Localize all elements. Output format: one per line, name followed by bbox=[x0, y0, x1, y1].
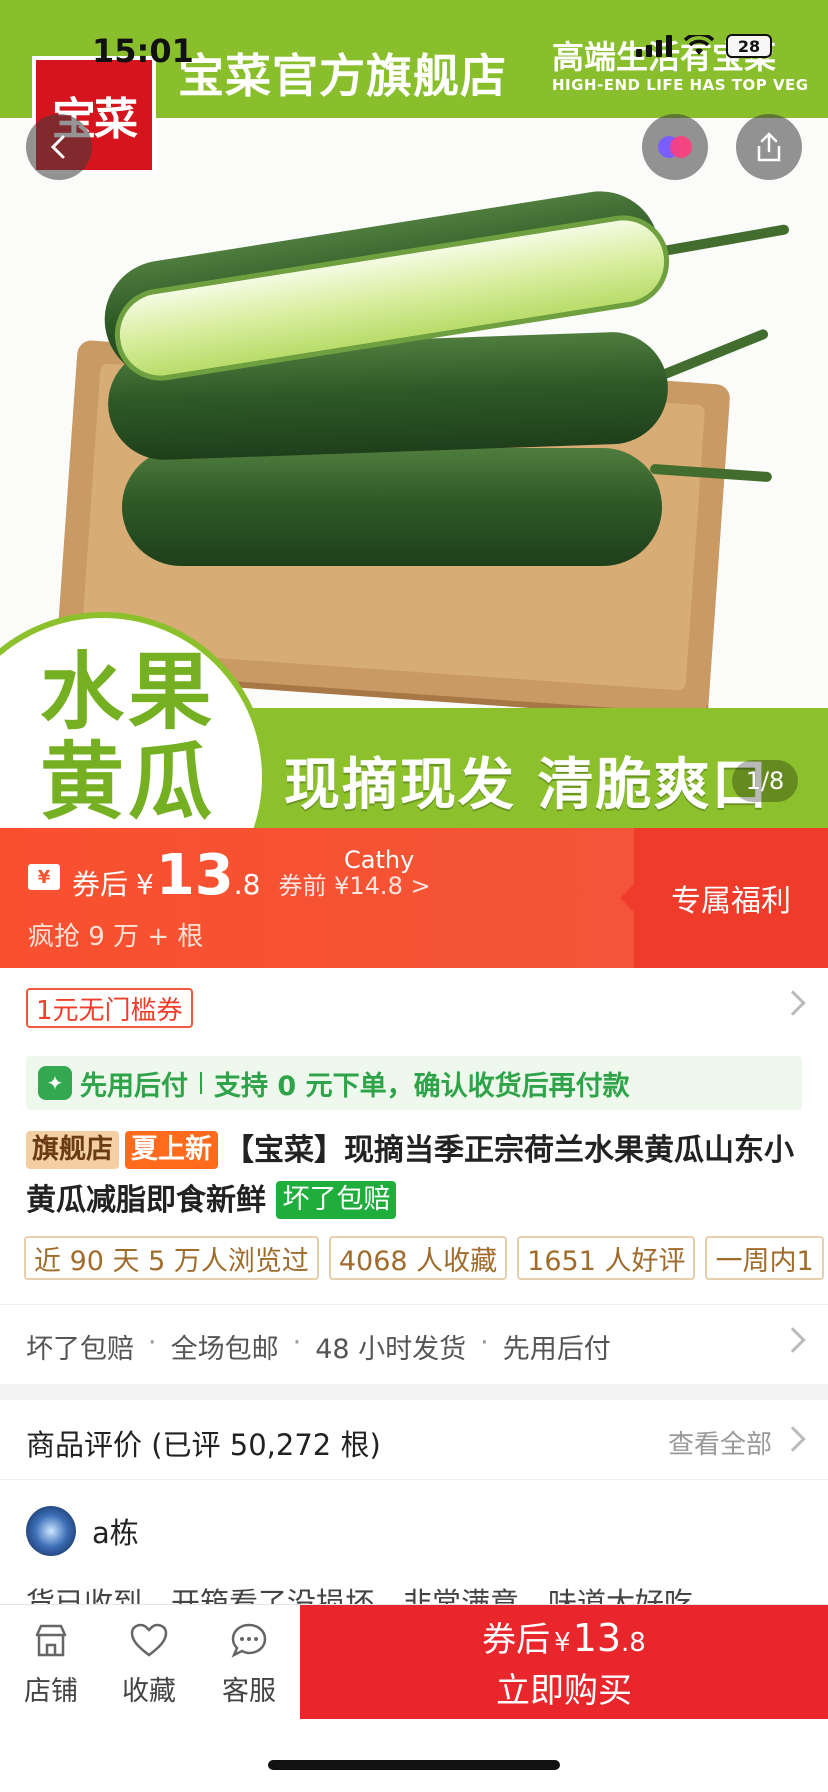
reviews-header[interactable]: 商品评价 (已评 50,272 根) 查看全部 bbox=[0, 1400, 828, 1480]
home-indicator[interactable] bbox=[268, 1760, 560, 1770]
back-button[interactable] bbox=[26, 114, 92, 180]
store-button[interactable]: 店铺 bbox=[6, 1619, 96, 1708]
price-decimal: .8 bbox=[233, 868, 261, 901]
status-time: 15:01 bbox=[92, 32, 194, 70]
flagship-chip: 旗舰店 bbox=[26, 1131, 119, 1169]
favorite-label: 收藏 bbox=[122, 1676, 176, 1707]
service-list: 坏了包赔 · 全场包邮 · 48 小时发货 · 先用后付 bbox=[26, 1327, 611, 1365]
reviewer: a栋 bbox=[26, 1506, 139, 1556]
customer-service-button[interactable]: 客服 bbox=[204, 1619, 294, 1708]
guarantee-chip: 坏了包赔 bbox=[276, 1181, 397, 1219]
service-row[interactable]: 坏了包赔 · 全场包邮 · 48 小时发货 · 先用后付 bbox=[0, 1304, 828, 1384]
wifi-icon bbox=[684, 35, 714, 55]
signal-icon bbox=[636, 35, 672, 57]
reviews-title: 商品评价 (已评 50,272 根) bbox=[26, 1428, 381, 1462]
view-all-reviews-link[interactable]: 查看全部 bbox=[668, 1424, 772, 1461]
chevron-right-icon bbox=[780, 1426, 806, 1452]
favorite-button[interactable]: 收藏 bbox=[104, 1619, 194, 1708]
avatar bbox=[26, 1506, 76, 1556]
price-integer: 13 bbox=[155, 843, 234, 908]
buy-currency: ¥ bbox=[554, 1628, 571, 1658]
pay-later-label: 先用后付 bbox=[80, 1070, 188, 1102]
service-item: 坏了包赔 bbox=[26, 1334, 134, 1365]
service-item: 全场包邮 bbox=[170, 1334, 279, 1365]
cucumber bbox=[122, 448, 662, 566]
battery-icon: 28 bbox=[726, 34, 772, 58]
circles-icon bbox=[658, 136, 692, 158]
product-image-carousel[interactable]: 宝菜 宝菜官方旗舰店 高端生活有宝菜 HIGH-END LIFE HAS TOP… bbox=[0, 0, 828, 828]
banner-tagline: 现摘现发 清脆爽口 bbox=[284, 753, 770, 818]
badge-text-line1: 水果 bbox=[40, 643, 217, 741]
store-label: 店铺 bbox=[24, 1676, 78, 1707]
summer-new-chip: 夏上新 bbox=[125, 1131, 218, 1169]
status-icons: 28 bbox=[636, 34, 772, 58]
buy-price-integer: 13 bbox=[572, 1616, 622, 1660]
chevron-right-icon bbox=[780, 1327, 806, 1353]
buy-price-decimal: .8 bbox=[621, 1628, 646, 1658]
pay-later-icon: ✦ bbox=[38, 1066, 72, 1100]
stat-chip: 近 90 天 5 万人浏览过 bbox=[24, 1236, 319, 1280]
pay-later-desc: 支持 0 元下单，确认收货后再付款 bbox=[214, 1070, 630, 1102]
chevron-right-icon bbox=[780, 990, 806, 1016]
stat-chip: 一周内1 bbox=[705, 1236, 824, 1280]
exclusive-benefit-button[interactable]: 专属福利 bbox=[620, 828, 828, 968]
reviewer-name: a栋 bbox=[92, 1516, 139, 1550]
coupon-tag[interactable]: 1元无门槛券 bbox=[26, 988, 193, 1028]
after-coupon-label: 券后 bbox=[72, 868, 129, 901]
product-detail-page: 宝菜 宝菜官方旗舰店 高端生活有宝菜 HIGH-END LIFE HAS TOP… bbox=[0, 0, 828, 1792]
service-item: 先用后付 bbox=[502, 1334, 611, 1365]
service-label: 客服 bbox=[222, 1676, 276, 1707]
chevron-left-icon bbox=[50, 135, 65, 159]
store-icon bbox=[35, 1624, 67, 1657]
section-divider bbox=[0, 1384, 828, 1400]
service-item: 48 小时发货 bbox=[315, 1334, 467, 1365]
chat-icon bbox=[231, 1623, 267, 1658]
buy-now-button[interactable]: 券后 ¥ 13 .8 立即购买 bbox=[300, 1605, 828, 1719]
image-page-indicator: 1/8 bbox=[732, 760, 798, 802]
stat-chip: 4068 人收藏 bbox=[328, 1236, 508, 1280]
user-watermark: Cathy bbox=[344, 846, 415, 874]
heart-icon bbox=[130, 1623, 168, 1657]
share-icon bbox=[757, 132, 781, 162]
stat-chip: 1651 人好评 bbox=[517, 1236, 696, 1280]
banner-store-name: 宝菜官方旗舰店 bbox=[178, 49, 507, 103]
divider bbox=[200, 1072, 202, 1094]
share-button[interactable] bbox=[736, 114, 802, 180]
badge-text-line2: 黄瓜 bbox=[40, 733, 217, 828]
buy-now-label: 立即购买 bbox=[496, 1671, 632, 1711]
pay-later-banner[interactable]: ✦ 先用后付 支持 0 元下单，确认收货后再付款 bbox=[26, 1056, 802, 1110]
stats-row: 近 90 天 5 万人浏览过 4068 人收藏 1651 人好评 一周内1 bbox=[24, 1236, 828, 1280]
buy-after-label: 券后 bbox=[482, 1620, 551, 1660]
sales-count: 疯抢 9 万 + 根 bbox=[28, 922, 204, 952]
currency-symbol: ¥ bbox=[136, 868, 154, 901]
coupon-row[interactable]: 1元无门槛券 bbox=[0, 968, 828, 1048]
tmall-plus-button[interactable] bbox=[642, 114, 708, 180]
product-title: 旗舰店 夏上新 【宝菜】现摘当季正宗荷兰水果黄瓜山东小黄瓜减脂即食新鲜 坏了包赔 bbox=[26, 1126, 802, 1226]
banner-slogan-en: HIGH-END LIFE HAS TOP VEG bbox=[552, 76, 809, 94]
coupon-ticket-icon: ¥ bbox=[28, 864, 60, 890]
